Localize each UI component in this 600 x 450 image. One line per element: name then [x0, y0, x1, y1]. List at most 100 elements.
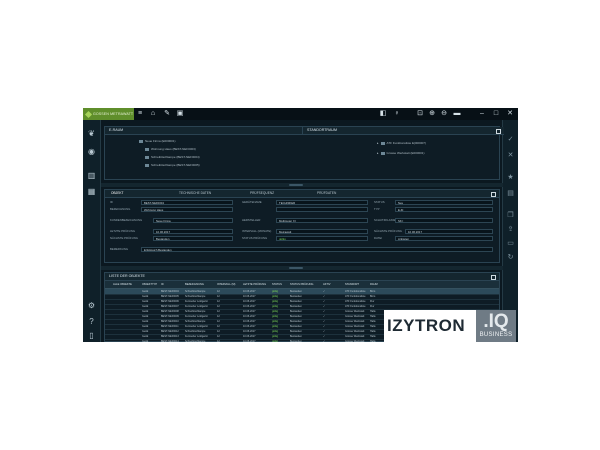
- status-field[interactable]: Neu: [395, 199, 493, 205]
- globe-icon[interactable]: ◉: [86, 146, 97, 157]
- tab-pruefsequenz[interactable]: PRÜFSEQUENZ: [250, 190, 274, 197]
- field-label: HERSTELLER: [242, 218, 261, 222]
- window-icon[interactable]: ▬: [453, 110, 461, 118]
- field-label: BEMERKUNG: [110, 247, 129, 251]
- tab-pruefdaten[interactable]: PRÜFDATEN: [317, 190, 336, 197]
- image-icon[interactable]: ▣: [176, 110, 184, 118]
- help-icon[interactable]: ?: [86, 316, 97, 327]
- column-header[interactable]: STATUS: [272, 281, 282, 288]
- field-row: KUNDENBEZEICHNUNG Neue Firma HERSTELLER …: [105, 217, 499, 223]
- designation-field[interactable]: Wohnung Haus: [141, 206, 233, 212]
- field-row: LETZTE PRÜFUNG 10.06.2017 INTERVALL (MON…: [105, 228, 499, 234]
- field-label: NÄCHSTE PRÜFUNG: [110, 236, 138, 240]
- column-header[interactable]: STANDORT: [345, 281, 359, 288]
- column-header[interactable]: STATUS PRÜFUNG: [290, 281, 313, 288]
- folder-icon: [145, 147, 149, 151]
- logo-wordmark: IZYTRON: [384, 310, 476, 342]
- maximize-icon[interactable]: □: [492, 110, 500, 118]
- column-header[interactable]: ID: [161, 281, 164, 288]
- folder-icon[interactable]: ▭: [505, 238, 516, 249]
- table-cell: Gerät: [142, 340, 149, 342]
- test-status-field[interactable]: gültig: [276, 235, 368, 241]
- close-icon[interactable]: ✕: [506, 110, 514, 118]
- last-test-field[interactable]: 10.06.2017: [153, 228, 233, 234]
- refresh-icon[interactable]: ↻: [505, 252, 516, 263]
- calendar-icon[interactable]: ▤: [505, 188, 516, 199]
- id-field[interactable]: BEST-NEF0004: [141, 199, 233, 205]
- zoom-in-icon[interactable]: ⊕: [428, 110, 436, 118]
- folder-icon: [380, 141, 385, 145]
- column-header[interactable]: LETZTE PRÜFUNG: [243, 281, 266, 288]
- folder-icon: [139, 139, 143, 143]
- field-label: TYP: [374, 207, 380, 211]
- splitter-handle[interactable]: [289, 184, 303, 186]
- test-result-field[interactable]: Bestanden: [153, 235, 233, 241]
- tree-item[interactable]: Neue Firma (E000001): [139, 139, 176, 143]
- bulb-icon[interactable]: ♀: [393, 110, 401, 118]
- table-cell: Grosse Werkstatt: [345, 340, 365, 342]
- export-icon[interactable]: ⇪: [505, 224, 516, 235]
- fit-icon[interactable]: ⊡: [416, 110, 424, 118]
- column-header[interactable]: OBJEKTTYP: [142, 281, 157, 288]
- column-header[interactable]: INTERVALL (M): [217, 281, 235, 288]
- next-test-field[interactable]: 10.06.2017: [405, 228, 493, 234]
- location-item[interactable]: ▸ Grosse Werkstatt (E000001): [377, 151, 424, 155]
- left-sidebar: ❦ ◉ ▥ ▦ ⚙ ? ▯: [83, 120, 101, 342]
- minimize-icon[interactable]: –: [478, 110, 486, 118]
- menu-icon[interactable]: ≡: [136, 110, 144, 118]
- customer-field[interactable]: Neue Firma: [153, 217, 233, 223]
- splitter[interactable]: [101, 183, 503, 187]
- splitter[interactable]: [101, 266, 503, 270]
- tree-item[interactable]: Schreibtischlampe (BEST-NEF0004): [145, 155, 200, 159]
- table-cell: Halle: [370, 340, 376, 342]
- tab-objekt[interactable]: OBJEKT: [111, 190, 123, 197]
- field-row: NÄCHSTE PRÜFUNG Bestanden STATUS PRÜFUNG…: [105, 235, 499, 241]
- trash-icon[interactable]: ▯: [86, 330, 97, 341]
- expand-icon[interactable]: [491, 274, 496, 280]
- copy-icon[interactable]: ❐: [505, 210, 516, 221]
- field-label: ID: [110, 200, 113, 204]
- detail-tabs: OBJEKT TECHNISCHE DATEN PRÜFSEQUENZ PRÜF…: [105, 190, 499, 198]
- column-header[interactable]: BEZEICHNUNG: [185, 281, 204, 288]
- logo-business: BUSINESS: [479, 332, 513, 338]
- tree-item[interactable]: Wohnung Haus (BEST-NEF0003): [145, 147, 196, 151]
- table-header: ALLE OBJEKTE OBJEKTTYP ID BEZEICHNUNG INTERV…: [105, 281, 499, 289]
- star-icon[interactable]: ★: [505, 172, 516, 183]
- field-label: GERÄTENAME: [242, 200, 262, 204]
- field-row: ID BEST-NEF0004 GERÄTENAME TECHNIKER STA…: [105, 199, 499, 205]
- field-label: NÄCHSTE PRÜFUNG: [374, 229, 402, 233]
- list-panel-header: LISTE DER OBJEKTE: [105, 273, 499, 281]
- type-field[interactable]: E-Kl: [395, 206, 493, 212]
- column-header[interactable]: ALLE OBJEKTE: [113, 281, 132, 288]
- expand-icon[interactable]: [496, 128, 501, 134]
- grid-icon[interactable]: ▦: [86, 186, 97, 197]
- brand-mark-icon: [84, 110, 93, 118]
- location-item[interactable]: ▸ ATF Funktionsliste E(000007): [377, 141, 426, 145]
- expand-icon[interactable]: [491, 191, 496, 197]
- column-header[interactable]: RAUM: [370, 281, 378, 288]
- empty-field[interactable]: [276, 206, 368, 212]
- home-icon[interactable]: ⌂: [149, 110, 157, 118]
- settings-icon[interactable]: ⚙: [86, 300, 97, 311]
- brand-logo: GOSSEN METRAWATT: [83, 108, 134, 120]
- zoom-out-icon[interactable]: ⊖: [440, 110, 448, 118]
- manufacturer-field[interactable]: Multimeter XI: [276, 217, 368, 223]
- leaf-icon[interactable]: ❦: [86, 128, 97, 139]
- building-icon[interactable]: ▥: [86, 170, 97, 181]
- x-icon[interactable]: ✕: [505, 150, 516, 161]
- pin-icon[interactable]: ✎: [163, 110, 171, 118]
- table-cell: gültig: [272, 340, 278, 342]
- tree-panel-header: E-RAUM: [105, 127, 306, 135]
- interval-field[interactable]: Metrawatt: [276, 228, 368, 234]
- check-icon[interactable]: ✓: [505, 134, 516, 145]
- tree-item[interactable]: Schreibtischlampe (BEST-NEF0005): [145, 163, 200, 167]
- device-name-field[interactable]: TECHNIKER: [276, 199, 368, 205]
- panel-icon[interactable]: ◧: [379, 110, 387, 118]
- remark-field[interactable]: Erfolgreich Bestanden: [141, 246, 493, 252]
- protection-class-field[interactable]: SK I: [395, 217, 493, 223]
- main-area: E-RAUM STANDORT RAUM Neue Firma (E000001)…: [101, 120, 504, 342]
- column-header[interactable]: AKTIV: [323, 281, 331, 288]
- file-field[interactable]: Anbieten: [395, 235, 493, 241]
- splitter-handle[interactable]: [289, 267, 303, 269]
- tab-technische-daten[interactable]: TECHNISCHE DATEN: [179, 190, 211, 197]
